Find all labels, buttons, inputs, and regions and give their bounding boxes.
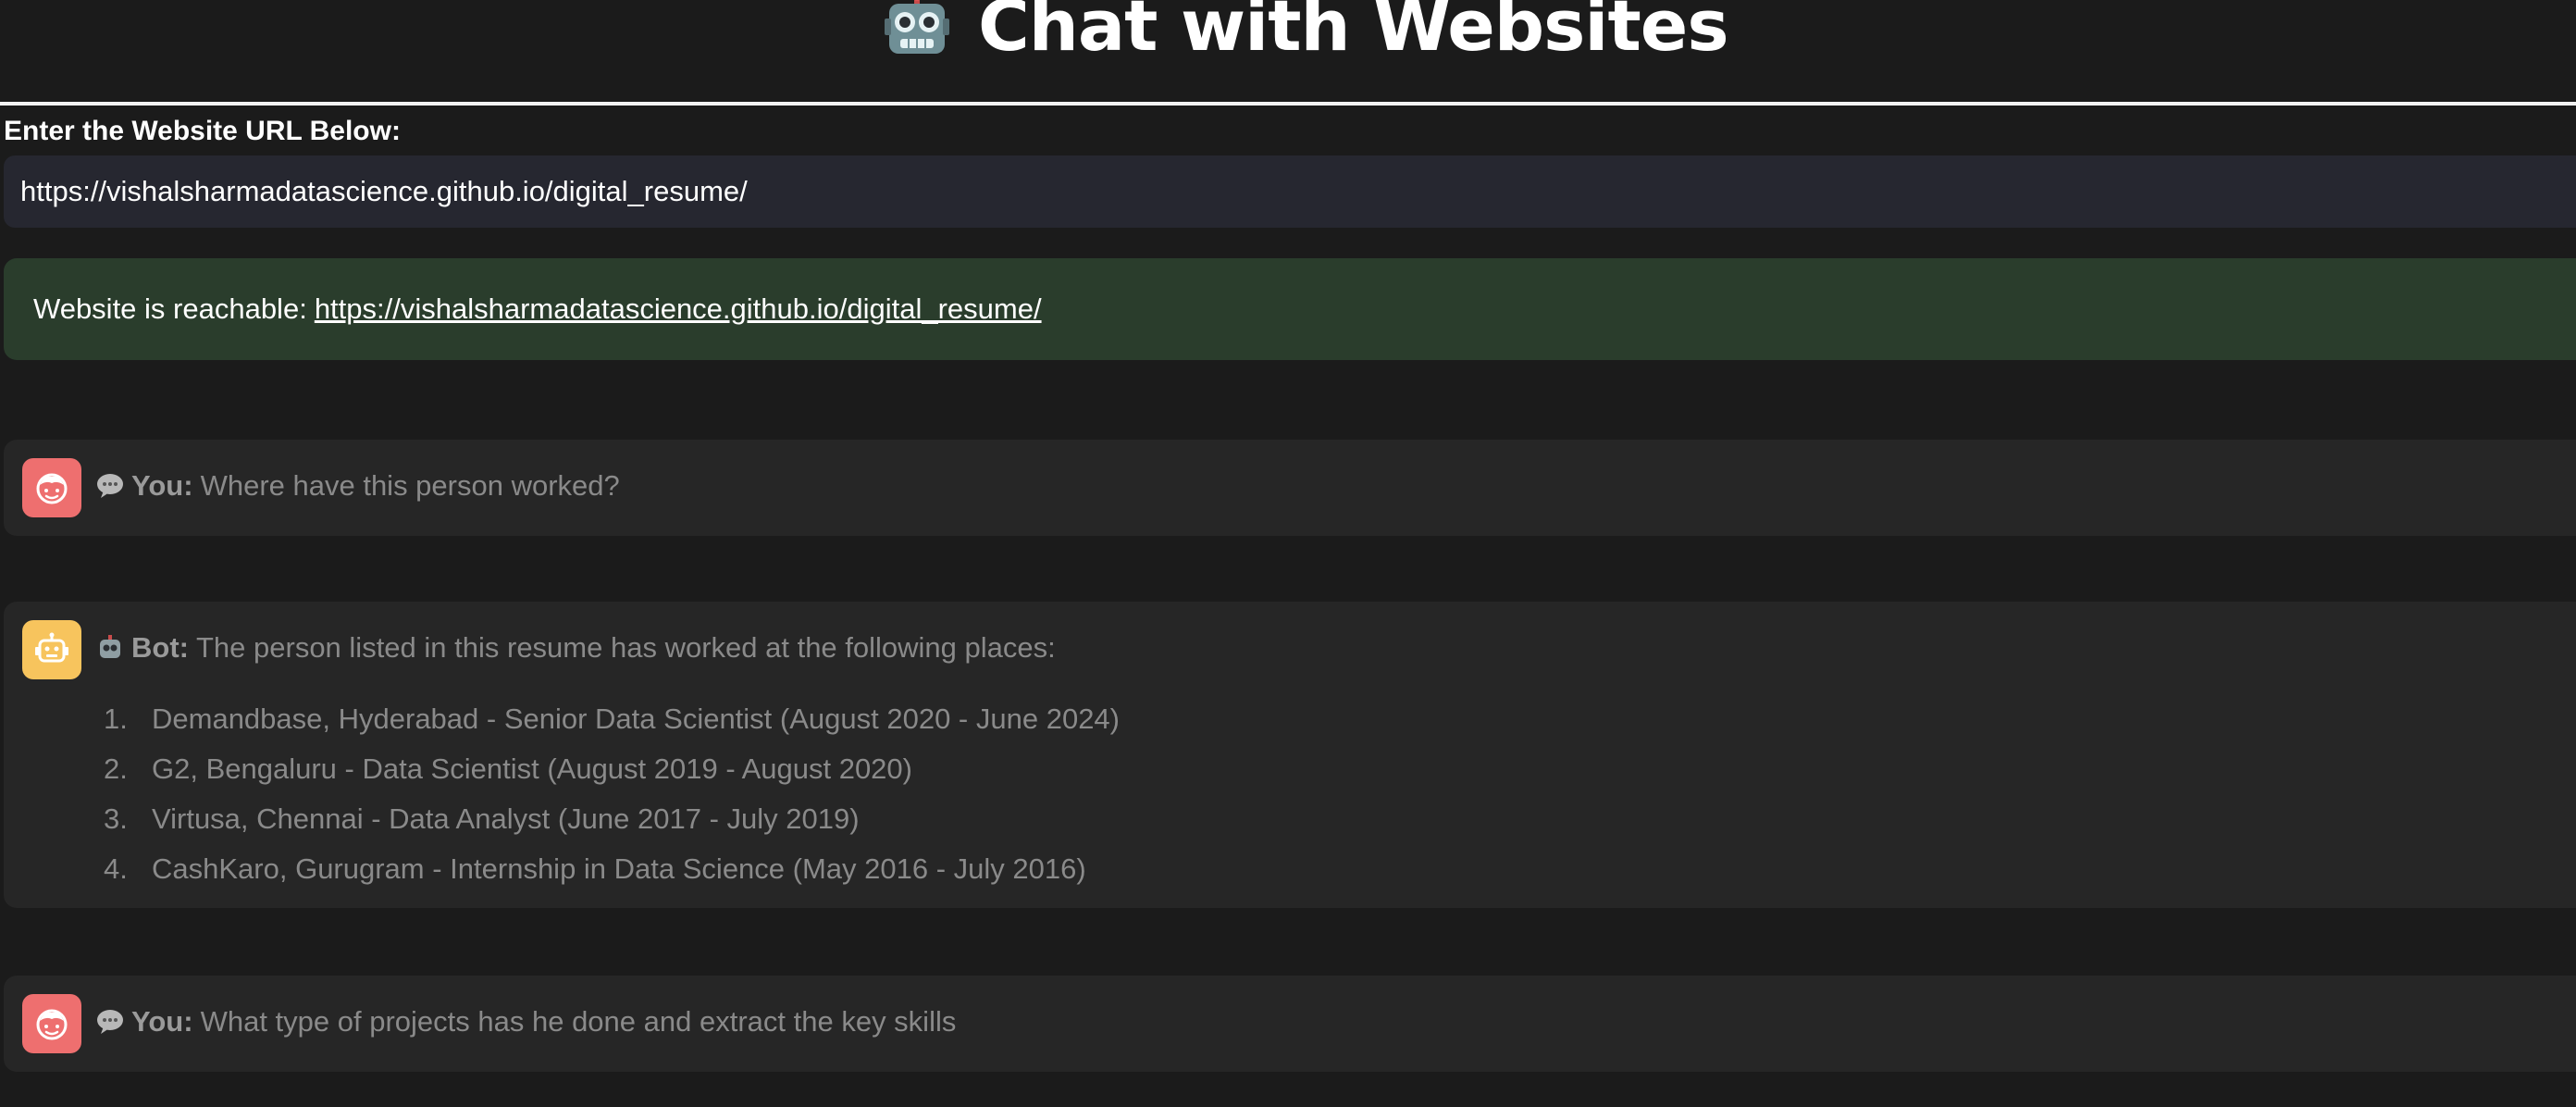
message-text: The person listed in this resume has wor… — [195, 631, 1056, 664]
user-face-icon — [36, 473, 68, 504]
speaker-label: You: — [131, 469, 193, 502]
header: Chat with Websites — [0, 0, 2576, 106]
list-item-text: Demandbase, Hyderabad - Senior Data Scie… — [152, 703, 1120, 735]
user-avatar — [22, 458, 81, 517]
title-divider — [0, 102, 2576, 106]
list-item-number: 3. — [104, 802, 128, 835]
list-item-number: 4. — [104, 852, 128, 885]
message-text: Where have this person worked? — [200, 469, 620, 502]
list-item: 1. Demandbase, Hyderabad - Senior Data S… — [104, 694, 1120, 744]
list-item-text: CashKaro, Gurugram - Internship in Data … — [152, 852, 1086, 885]
list-item-number: 1. — [104, 703, 128, 735]
speech-bubble-icon — [97, 474, 123, 498]
list-item: 4. CashKaro, Gurugram - Internship in Da… — [104, 844, 1120, 894]
list-item: 3. Virtusa, Chennai - Data Analyst (June… — [104, 794, 1120, 844]
list-item: 2. G2, Bengaluru - Data Scientist (Augus… — [104, 744, 1120, 794]
chat-message-bot: Bot: The person listed in this resume ha… — [4, 602, 2576, 908]
message-text: What type of projects has he done and ex… — [200, 1005, 957, 1038]
page-title: Chat with Websites — [884, 0, 1729, 72]
bot-face-icon — [35, 632, 68, 663]
user-face-icon — [36, 1009, 68, 1040]
list-item-number: 2. — [104, 753, 128, 785]
user-avatar — [22, 994, 81, 1053]
chat-message-line: You: What type of projects has he done a… — [96, 1000, 956, 1044]
speaker-label: Bot: — [131, 631, 189, 664]
chat-message-line: You: Where have this person worked? — [96, 464, 620, 508]
robot-icon — [885, 0, 949, 54]
url-input[interactable] — [4, 155, 2576, 228]
status-text: Website is reachable: — [33, 292, 307, 325]
bot-avatar — [22, 620, 81, 679]
status-success-banner: Website is reachable: https://vishalshar… — [4, 258, 2576, 360]
list-item-text: G2, Bengaluru - Data Scientist (August 2… — [152, 753, 912, 785]
status-link[interactable]: https://vishalsharmadatascience.github.i… — [315, 292, 1042, 326]
robot-icon — [100, 635, 120, 658]
list-item-text: Virtusa, Chennai - Data Analyst (June 20… — [152, 802, 860, 835]
url-input-label: Enter the Website URL Below: — [4, 116, 401, 146]
chat-message-user: You: Where have this person worked? — [4, 440, 2576, 536]
chat-message-line: Bot: The person listed in this resume ha… — [96, 626, 1056, 670]
bot-response-list: 1. Demandbase, Hyderabad - Senior Data S… — [104, 694, 1120, 894]
speaker-label: You: — [131, 1005, 193, 1038]
page-title-text: Chat with Websites — [978, 0, 1729, 67]
app-page: Chat with Websites Enter the Website URL… — [0, 0, 2576, 1107]
speech-bubble-icon — [97, 1010, 123, 1034]
chat-message-user: You: What type of projects has he done a… — [4, 976, 2576, 1072]
